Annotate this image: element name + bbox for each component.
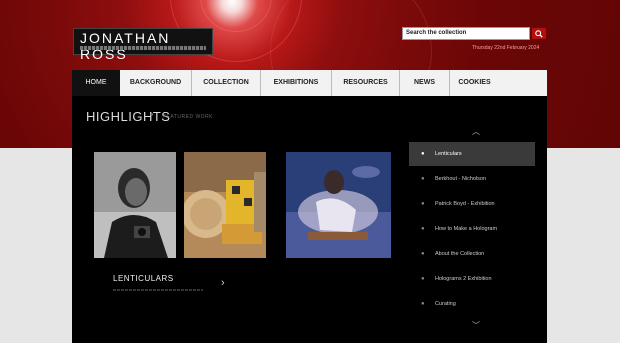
sidebar-item-about-collection[interactable]: ● About the Collection	[409, 242, 535, 266]
chevron-right-icon[interactable]: ›	[221, 277, 225, 289]
search-button[interactable]	[531, 27, 547, 40]
nav-resources[interactable]: RESOURCES	[332, 70, 400, 96]
bullet-icon: ●	[421, 251, 425, 257]
sidebar-item-holograms-2[interactable]: ● Holograms 2 Exhibition	[409, 267, 535, 291]
sidebar-item-label: How to Make a Hologram	[435, 226, 498, 232]
nav-home[interactable]: HOME	[72, 70, 120, 96]
current-date: Thursday 22nd February 2024	[472, 45, 540, 51]
sidebar-item-how-to-make-hologram[interactable]: ● How to Make a Hologram	[409, 217, 535, 241]
nav-filler	[499, 70, 547, 96]
hologram-artwork	[286, 152, 391, 258]
sidebar-item-label: Patrick Boyd - Exhibition	[435, 201, 495, 207]
highlights-panel: HIGHLIGHTS ● FEATURED WORK LENTICULARS ›…	[72, 96, 547, 343]
bullet-icon: ●	[421, 276, 425, 282]
nav-cookies[interactable]: COOKIES	[450, 70, 499, 96]
sidebar-item-curating[interactable]: ● Curating	[409, 292, 535, 316]
search-icon	[535, 30, 543, 38]
chevron-down-icon[interactable]: ﹀	[472, 320, 480, 331]
sidebar-item-label: About the Collection	[435, 251, 485, 257]
nav-collection[interactable]: COLLECTION	[192, 70, 261, 96]
highlights-title: HIGHLIGHTS	[86, 109, 171, 124]
bullet-icon: ●	[421, 176, 425, 182]
bullet-icon: ●	[421, 226, 425, 232]
sidebar-item-label: Curating	[435, 301, 456, 307]
site-logo[interactable]: JONATHAN ROSS	[73, 28, 213, 62]
main-nav: HOME BACKGROUND COLLECTION EXHIBITIONS R…	[72, 70, 547, 96]
sidebar-item-label: Lenticulars	[435, 151, 462, 157]
nav-background[interactable]: BACKGROUND	[120, 70, 192, 96]
highlight-image-portrait[interactable]	[94, 152, 176, 258]
collage-artwork	[184, 152, 266, 258]
title-separator: ●	[150, 112, 154, 118]
highlight-caption[interactable]: LENTICULARS	[113, 274, 174, 283]
sidebar-item-label: Holograms 2 Exhibition	[435, 276, 492, 282]
sidebar-item-lenticulars[interactable]: ● Lenticulars	[409, 142, 535, 166]
sidebar-item-label: Berkhout - Nicholson	[435, 176, 487, 182]
bullet-icon: ●	[421, 151, 425, 157]
highlights-sidebar: ● Lenticulars ● Berkhout - Nicholson ● P…	[409, 132, 535, 334]
sidebar-item-patrick-boyd[interactable]: ● Patrick Boyd - Exhibition	[409, 192, 535, 216]
search-input[interactable]: Search the collection	[402, 27, 530, 40]
highlights-subtitle: FEATURED WORK	[163, 114, 214, 120]
highlight-image-hologram[interactable]	[286, 152, 391, 258]
nav-exhibitions[interactable]: EXHIBITIONS	[261, 70, 332, 96]
caption-underline	[113, 289, 203, 291]
logo-strapline	[80, 46, 206, 50]
nav-news[interactable]: NEWS	[400, 70, 450, 96]
bullet-icon: ●	[421, 201, 425, 207]
sidebar-item-berkhout-nicholson[interactable]: ● Berkhout - Nicholson	[409, 167, 535, 191]
highlight-image-collage[interactable]	[184, 152, 266, 258]
bullet-icon: ●	[421, 301, 425, 307]
portrait-photo	[94, 152, 176, 258]
